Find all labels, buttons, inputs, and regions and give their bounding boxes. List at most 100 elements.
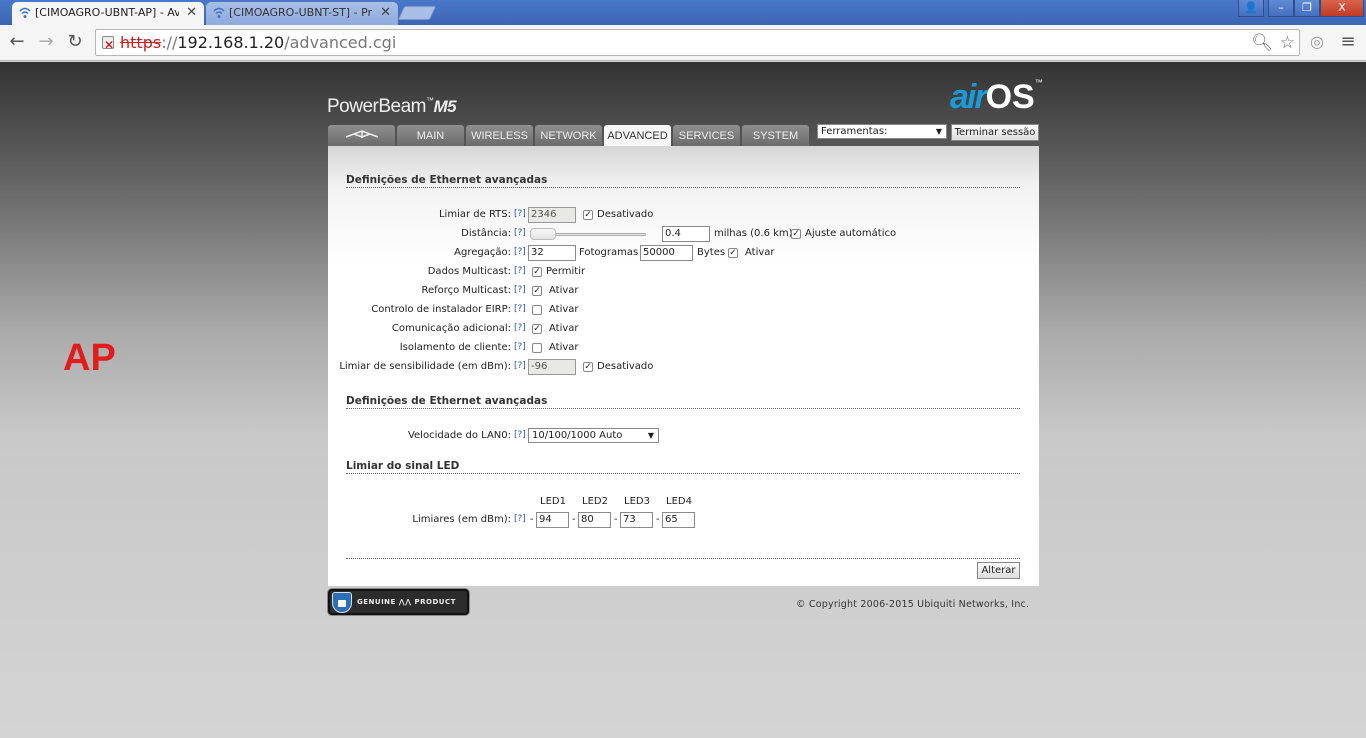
eirp-checkbox[interactable] xyxy=(532,305,542,315)
apply-button[interactable]: Alterar xyxy=(977,562,1020,579)
multicast-data-row: Dados Multicast: [?] Permitir xyxy=(328,264,1039,280)
extra-comm-checkbox[interactable] xyxy=(532,324,542,334)
help-link[interactable]: [?] xyxy=(514,285,526,295)
product-tm: ™ xyxy=(426,96,434,105)
tab-services[interactable]: SERVICES xyxy=(673,125,740,146)
restore-button[interactable]: ❐ xyxy=(1294,0,1320,17)
url-separator: :// xyxy=(161,33,178,52)
lan-speed-select[interactable]: 10/100/1000 Auto ▼ xyxy=(528,428,659,443)
distance-row: Distância: [?] 0.4 milhas (0.6 km) Ajust… xyxy=(328,226,1039,242)
minimize-button[interactable]: – xyxy=(1268,0,1294,17)
reload-icon[interactable]: ↻ xyxy=(64,31,86,53)
multicast-boost-label: Reforço Multicast: xyxy=(421,285,511,296)
wifi-icon xyxy=(213,7,225,18)
tab-advanced[interactable]: ADVANCED xyxy=(604,125,671,147)
address-bar[interactable]: https://192.168.1.20/advanced.cgi 🔍︎ ☆ xyxy=(95,29,1300,58)
zoom-icon[interactable]: 🔍︎ xyxy=(1251,31,1273,56)
menu-icon[interactable]: ≡ xyxy=(1337,31,1359,53)
product-name: PowerBeam™M5 xyxy=(327,96,457,118)
led3-header: LED3 xyxy=(624,496,650,507)
led4-input[interactable]: 65 xyxy=(662,512,695,528)
distance-slider-handle[interactable] xyxy=(530,228,556,240)
new-tab-button[interactable] xyxy=(397,6,437,20)
aggregation-bytes-input[interactable]: 50000 xyxy=(640,245,693,261)
help-link[interactable]: [?] xyxy=(514,514,526,524)
sensitivity-disabled-checkbox[interactable] xyxy=(583,362,593,372)
multicast-data-label: Dados Multicast: xyxy=(427,266,511,277)
led2-header: LED2 xyxy=(582,496,608,507)
tab-system[interactable]: SYSTEM xyxy=(742,125,809,146)
help-link[interactable]: [?] xyxy=(514,247,526,257)
dash: - xyxy=(614,514,618,525)
browser-tab-ap[interactable]: [CIMOAGRO-UBNT-AP] - Ava ✕ xyxy=(12,2,204,25)
section-title-ethernet-2: Definições de Ethernet avançadas xyxy=(346,395,1020,409)
help-link[interactable]: [?] xyxy=(514,228,526,238)
led4-header: LED4 xyxy=(666,496,692,507)
page-content: AP PowerBeam™M5 airOS™ MAIN WIRELESS NET… xyxy=(0,62,1366,738)
multicast-data-checkbox[interactable] xyxy=(532,267,542,277)
led1-input[interactable]: 94 xyxy=(536,512,569,528)
tab-title: [CIMOAGRO-UBNT-AP] - Ava xyxy=(35,6,179,19)
tab-main[interactable]: MAIN xyxy=(397,125,464,146)
dropdown-arrow-icon: ▼ xyxy=(935,127,942,136)
help-link[interactable]: [?] xyxy=(514,266,526,276)
help-link[interactable]: [?] xyxy=(514,430,526,440)
close-tab-icon[interactable]: ✕ xyxy=(186,5,197,20)
multicast-boost-checkbox[interactable] xyxy=(532,286,542,296)
tab-title: [CIMOAGRO-UBNT-ST] - Prin xyxy=(229,6,373,19)
logout-button[interactable]: Terminar sessão xyxy=(951,124,1039,141)
user-icon[interactable]: 👤 xyxy=(1238,0,1264,17)
sensitivity-row: Limiar de sensibilidade (em dBm): [?] -9… xyxy=(328,359,1039,375)
browser-toolbar: ← → ↻ https://192.168.1.20/advanced.cgi … xyxy=(0,25,1366,61)
extra-comm-row: Comunicação adicional: [?] Ativar xyxy=(328,321,1039,337)
section-title-led: Limiar do sinal LED xyxy=(346,460,1020,474)
client-isolation-row: Isolamento de cliente: [?] Ativar xyxy=(328,340,1039,356)
logo-air: air xyxy=(950,78,988,116)
rts-input[interactable]: 2346 xyxy=(528,207,576,223)
multicast-data-checkbox-label: Permitir xyxy=(546,266,586,277)
client-isolation-checkbox[interactable] xyxy=(532,343,542,353)
eirp-row: Controlo de instalador EIRP: [?] Ativar xyxy=(328,302,1039,318)
broken-lock-icon[interactable] xyxy=(102,33,114,58)
browser-tab-st[interactable]: [CIMOAGRO-UBNT-ST] - Prin ✕ xyxy=(206,2,398,25)
close-tab-icon[interactable]: ✕ xyxy=(380,5,391,20)
led-thresholds-row: Limiares (em dBm): [?] - 94 - 80 - 73 - … xyxy=(328,512,1039,528)
distance-input[interactable]: 0.4 xyxy=(662,226,710,242)
url-path: /advanced.cgi xyxy=(284,33,397,52)
lock-shield-icon xyxy=(332,592,352,613)
extra-comm-checkbox-label: Ativar xyxy=(549,323,579,334)
sensitivity-input[interactable]: -96 xyxy=(528,359,576,375)
aggregation-row: Agregação: [?] 32 Fotogramas 50000 Bytes… xyxy=(328,245,1039,261)
settings-panel: Definições de Ethernet avançadas Limiar … xyxy=(328,146,1039,586)
dropdown-arrow-icon: ▼ xyxy=(647,431,654,440)
auto-adjust-checkbox[interactable] xyxy=(791,229,801,239)
aggregation-frames-input[interactable]: 32 xyxy=(528,245,576,261)
led2-input[interactable]: 80 xyxy=(578,512,611,528)
tab-network[interactable]: NETWORK xyxy=(535,125,602,146)
forward-arrow-icon[interactable]: → xyxy=(35,31,57,53)
distance-unit: milhas (0.6 km) xyxy=(714,228,793,239)
sensitivity-checkbox-label: Desativado xyxy=(597,361,654,372)
rts-row: Limiar de RTS: [?] 2346 Desativado xyxy=(328,207,1039,223)
multicast-boost-checkbox-label: Ativar xyxy=(549,285,579,296)
star-icon[interactable]: ☆ xyxy=(1280,31,1295,56)
help-link[interactable]: [?] xyxy=(514,361,526,371)
tools-dropdown-value: Ferramentas: xyxy=(821,126,888,137)
help-link[interactable]: [?] xyxy=(514,304,526,314)
back-arrow-icon[interactable]: ← xyxy=(6,31,28,53)
help-link[interactable]: [?] xyxy=(514,323,526,333)
aggregation-enable-checkbox[interactable] xyxy=(728,248,738,258)
rts-disabled-checkbox[interactable] xyxy=(583,210,593,220)
multicast-boost-row: Reforço Multicast: [?] Ativar xyxy=(328,283,1039,299)
tab-ubiquiti-logo[interactable] xyxy=(328,125,395,146)
help-link[interactable]: [?] xyxy=(514,209,526,219)
tools-dropdown[interactable]: Ferramentas: ▼ xyxy=(817,124,947,139)
rts-checkbox-label: Desativado xyxy=(597,209,654,220)
led3-input[interactable]: 73 xyxy=(620,512,653,528)
extension-icon[interactable]: ◎ xyxy=(1306,31,1328,53)
close-window-button[interactable]: X xyxy=(1320,0,1364,17)
eirp-label: Controlo de instalador EIRP: xyxy=(371,304,511,315)
help-link[interactable]: [?] xyxy=(514,342,526,352)
extra-comm-label: Comunicação adicional: xyxy=(391,323,511,334)
tab-wireless[interactable]: WIRELESS xyxy=(466,125,533,146)
